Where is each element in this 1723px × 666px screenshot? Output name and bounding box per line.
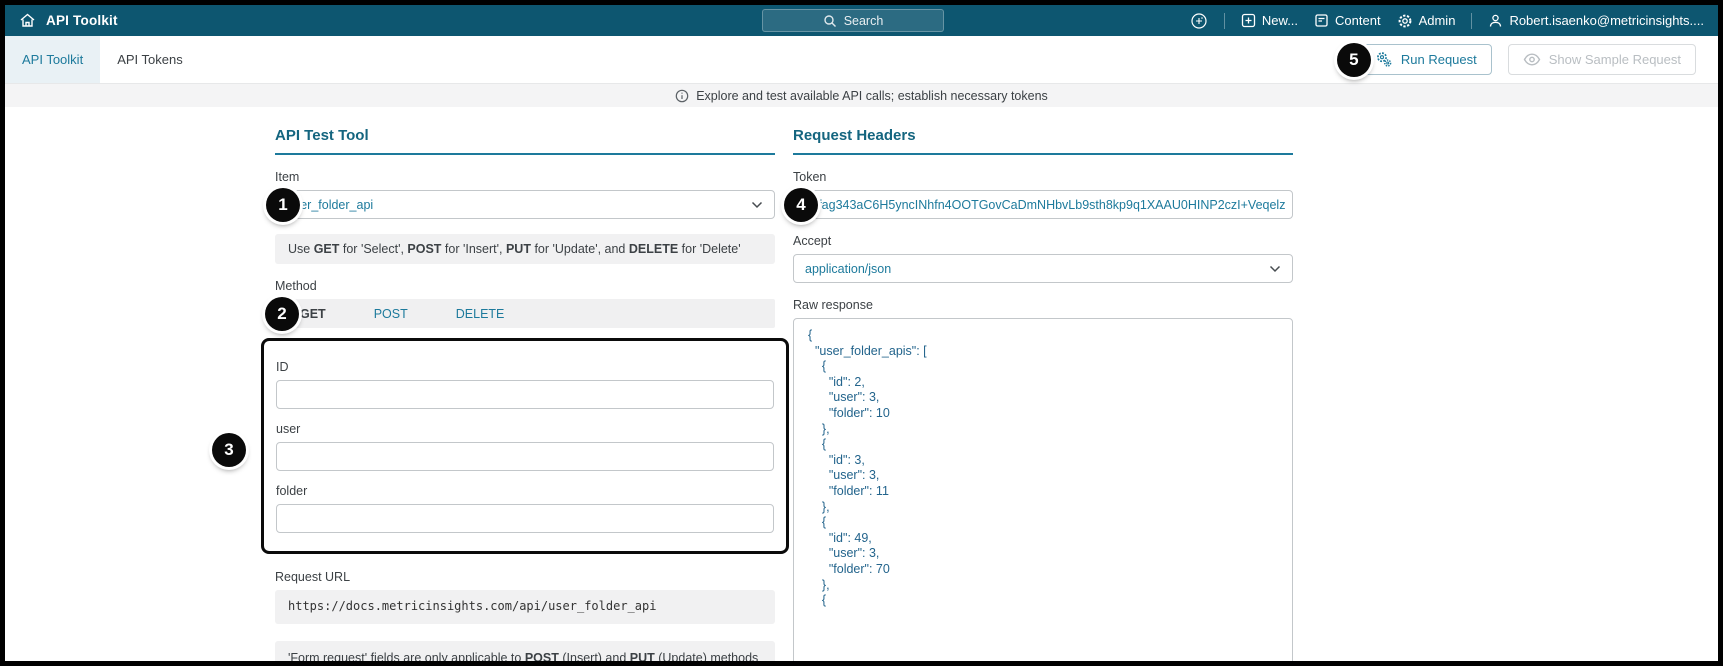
- home-icon[interactable]: [19, 12, 36, 29]
- user-menu[interactable]: Robert.isaenko@metricinsights....: [1488, 13, 1704, 28]
- tab-api-toolkit[interactable]: API Toolkit: [5, 36, 101, 83]
- id-label: ID: [276, 360, 289, 375]
- accept-label: Accept: [793, 234, 832, 248]
- method-tab-delete[interactable]: DELETE: [456, 307, 505, 321]
- content-menu[interactable]: Content: [1314, 13, 1381, 28]
- info-icon: [675, 89, 689, 103]
- run-request-label: Run Request: [1400, 52, 1477, 67]
- search-placeholder: Search: [843, 13, 884, 28]
- panel-title: Request Headers: [793, 127, 1293, 155]
- annotation-badge-4: 4: [784, 187, 818, 222]
- user-menu-label: Robert.isaenko@metricinsights....: [1509, 13, 1704, 28]
- accept-select[interactable]: application/json: [793, 254, 1293, 283]
- item-label: Item: [275, 170, 300, 184]
- token-label: Token: [793, 170, 827, 184]
- show-sample-request-button[interactable]: Show Sample Request: [1507, 44, 1696, 75]
- raw-response-label: Raw response: [793, 298, 873, 312]
- app-window: API Toolkit Search New... Content Admin …: [5, 5, 1718, 661]
- tab-api-tokens[interactable]: API Tokens: [100, 36, 200, 83]
- tab-label: API Tokens: [117, 52, 183, 67]
- method-hint: Use GET for 'Select', POST for 'Insert',…: [275, 234, 775, 265]
- field-group-folder: folder: [276, 484, 774, 534]
- tab-bar: API Toolkit API Tokens 5 Run Request Sho…: [5, 36, 1718, 83]
- new-menu-label: New...: [1261, 13, 1299, 28]
- run-gears-icon: [1375, 51, 1393, 68]
- ai-assistant-icon[interactable]: [1190, 12, 1208, 30]
- gear-icon: [1397, 13, 1413, 29]
- new-menu[interactable]: New...: [1241, 13, 1298, 28]
- method-label: Method: [275, 279, 317, 294]
- global-search-input[interactable]: Search: [762, 9, 944, 32]
- field-group-id: ID: [276, 360, 774, 410]
- tab-label: API Toolkit: [22, 52, 84, 67]
- form-request-note: 'Form request' fields are only applicabl…: [275, 640, 775, 661]
- eye-icon: [1523, 53, 1541, 66]
- request-headers-panel: Request Headers Token 4 Accept applicati…: [784, 127, 1293, 661]
- method-tab-get[interactable]: GET: [300, 307, 326, 321]
- token-input[interactable]: [805, 191, 1286, 218]
- chevron-down-icon: [1269, 265, 1281, 273]
- raw-response-box[interactable]: { "user_folder_apis": [ { "id": 2, "user…: [793, 318, 1293, 661]
- request-url-value: https://docs.metricinsights.com/api/user…: [275, 590, 775, 624]
- info-banner: Explore and test available API calls; es…: [5, 83, 1718, 107]
- annotation-badge-1: 1: [266, 187, 300, 222]
- folder-input[interactable]: [276, 504, 774, 534]
- api-test-tool-panel: API Test Tool Item 1 user_folder_api Use…: [212, 127, 789, 661]
- raw-response-json: { "user_folder_apis": [ { "id": 2, "user…: [808, 328, 927, 608]
- annotation-badge-2: 2: [265, 296, 299, 331]
- run-request-button[interactable]: 5 Run Request: [1336, 42, 1492, 77]
- content-menu-label: Content: [1335, 13, 1381, 28]
- user-input[interactable]: [276, 442, 774, 472]
- accept-select-value: application/json: [805, 261, 892, 276]
- method-tabs: 2 GET POST DELETE: [265, 296, 775, 331]
- request-fields-group: ID 3 user folder: [212, 338, 789, 555]
- app-title: API Toolkit: [46, 13, 118, 28]
- field-group-user: 3 user: [212, 422, 774, 472]
- new-plus-icon: [1241, 13, 1256, 28]
- token-field: 4: [784, 187, 1293, 222]
- request-url-label: Request URL: [275, 570, 351, 585]
- id-input[interactable]: [276, 380, 774, 410]
- admin-menu[interactable]: Admin: [1397, 13, 1456, 29]
- panel-title: API Test Tool: [275, 127, 775, 155]
- annotation-badge-5: 5: [1336, 42, 1371, 77]
- show-sample-label: Show Sample Request: [1548, 52, 1681, 67]
- chevron-down-icon: [751, 201, 763, 209]
- content-doc-icon: [1314, 13, 1329, 28]
- navbar-divider: [1471, 12, 1473, 29]
- item-select[interactable]: 1 user_folder_api: [266, 187, 775, 222]
- user-label: user: [276, 422, 301, 437]
- info-banner-text: Explore and test available API calls; es…: [696, 88, 1048, 103]
- method-tab-post[interactable]: POST: [374, 307, 408, 321]
- annotation-badge-3: 3: [212, 433, 246, 468]
- folder-label: folder: [276, 484, 308, 499]
- admin-menu-label: Admin: [1418, 13, 1456, 28]
- top-navbar: API Toolkit Search New... Content Admin …: [5, 5, 1718, 36]
- navbar-divider: [1223, 12, 1225, 29]
- search-icon: [823, 14, 837, 28]
- user-icon: [1488, 13, 1503, 28]
